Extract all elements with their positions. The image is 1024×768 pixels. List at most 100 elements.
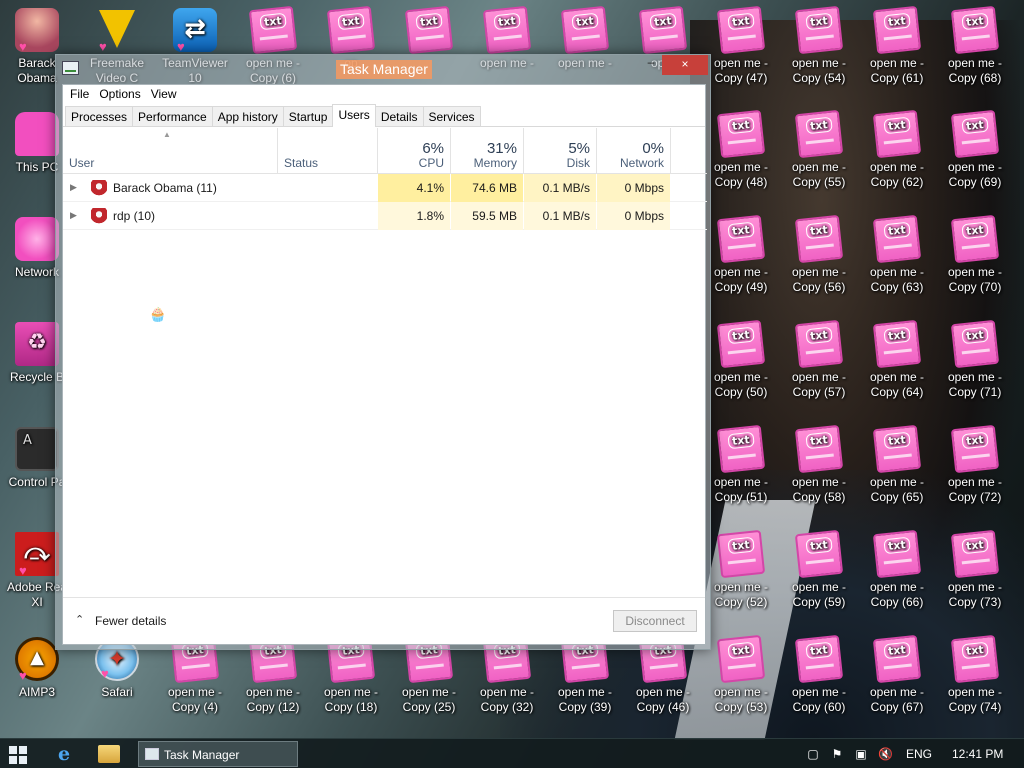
user-status: [278, 202, 377, 230]
column-divider[interactable]: [670, 128, 671, 174]
title-bar[interactable]: Task Manager – ×: [56, 55, 710, 84]
disk-total-percent: 5%: [568, 140, 590, 157]
pink-notebook-icon: [794, 634, 844, 684]
pink-notebook-icon: [872, 424, 922, 474]
user-avatar-icon: [91, 180, 107, 196]
close-button[interactable]: ×: [662, 55, 708, 75]
network-status-icon[interactable]: ▣: [854, 747, 868, 761]
column-label-user: User: [69, 156, 95, 170]
desktop-shortcut[interactable]: open me - Copy (53): [702, 631, 780, 731]
user-disk: 0.1 MB/s: [524, 174, 596, 202]
desktop-shortcut[interactable]: open me - Copy (72): [936, 421, 1014, 521]
desktop-shortcut[interactable]: open me - Copy (66): [858, 526, 936, 626]
desktop-shortcut-label: open me - Copy (12): [245, 685, 301, 714]
desktop-shortcut[interactable]: open me - Copy (70): [936, 211, 1014, 311]
desktop-shortcut[interactable]: open me - Copy (62): [858, 106, 936, 206]
desktop-shortcut[interactable]: open me - Copy (61): [858, 2, 936, 102]
desktop-shortcut-label: open me - Copy (68): [947, 56, 1003, 85]
desktop-shortcut[interactable]: open me - Copy (57): [780, 316, 858, 416]
pink-notebook-icon: [716, 529, 766, 579]
desktop-shortcut-label: open me - Copy (64): [869, 370, 925, 399]
pink-notebook-icon: [872, 319, 922, 369]
desktop-shortcut[interactable]: open me - Copy (49): [702, 211, 780, 311]
desktop-shortcut[interactable]: open me - Copy (69): [936, 106, 1014, 206]
tab-details[interactable]: Details: [374, 106, 424, 126]
column-header-status[interactable]: Status: [278, 128, 377, 174]
desktop-shortcut[interactable]: open me - Copy (55): [780, 106, 858, 206]
desktop-shortcut-label: open me - Copy (65): [869, 475, 925, 504]
show-hidden-icons-icon[interactable]: ▢: [806, 747, 820, 761]
tab-services[interactable]: Services: [422, 106, 481, 126]
start-button[interactable]: [6, 744, 32, 764]
minimize-button[interactable]: –: [638, 55, 664, 75]
desktop-shortcut[interactable]: open me - Copy (54): [780, 2, 858, 102]
pink-notebook-icon: [716, 5, 766, 55]
desktop-shortcut[interactable]: open me - Copy (58): [780, 421, 858, 521]
windows-logo-icon: [19, 746, 27, 754]
desktop-shortcut[interactable]: open me - Copy (65): [858, 421, 936, 521]
desktop-shortcut[interactable]: open me - Copy (71): [936, 316, 1014, 416]
cupcake-cursor-icon: 🧁: [149, 306, 167, 322]
desktop-shortcut-label: open me - Copy (55): [791, 160, 847, 189]
desktop-shortcut[interactable]: open me - Copy (48): [702, 106, 780, 206]
column-header-user[interactable]: User: [63, 128, 277, 174]
fewer-details-link[interactable]: Fewer details: [95, 614, 166, 628]
pink-notebook-icon: [248, 5, 298, 55]
desktop-shortcut[interactable]: open me - Copy (73): [936, 526, 1014, 626]
user-row[interactable]: ▶ Barack Obama (11) 4.1% 74.6 MB 0.1 MB/…: [63, 174, 707, 202]
desktop-shortcut-label: AIMP3: [18, 685, 55, 699]
chevron-up-icon[interactable]: ⌃: [75, 613, 84, 626]
desktop-shortcut[interactable]: open me - Copy (64): [858, 316, 936, 416]
disconnect-button[interactable]: Disconnect: [613, 610, 697, 632]
input-language-indicator[interactable]: ENG: [906, 747, 932, 761]
taskbar-button-task-manager[interactable]: Task Manager: [138, 741, 298, 767]
desktop-shortcut[interactable]: open me - Copy (68): [936, 2, 1014, 102]
pink-notebook-icon: [716, 214, 766, 264]
column-header-network[interactable]: 0% Network: [597, 128, 670, 174]
desktop-shortcut[interactable]: open me - Copy (67): [858, 631, 936, 731]
menu-view[interactable]: View: [146, 85, 182, 104]
expand-chevron-icon[interactable]: ▶: [70, 210, 77, 221]
desktop-shortcut[interactable]: open me - Copy (52): [702, 526, 780, 626]
expand-chevron-icon[interactable]: ▶: [70, 182, 77, 193]
user-row[interactable]: ▶ rdp (10) 1.8% 59.5 MB 0.1 MB/s 0 Mbps: [63, 202, 707, 230]
volume-muted-icon[interactable]: 🔇: [878, 747, 893, 761]
column-header-disk[interactable]: 5% Disk: [524, 128, 596, 174]
tab-processes[interactable]: Processes: [65, 106, 134, 126]
desktop-shortcut[interactable]: open me - Copy (60): [780, 631, 858, 731]
user-avatar-icon: [91, 208, 107, 224]
pink-notebook-icon: [638, 5, 688, 55]
column-header-memory[interactable]: 31% Memory: [451, 128, 523, 174]
desktop-shortcut[interactable]: open me - Copy (47): [702, 2, 780, 102]
action-center-flag-icon[interactable]: ⚑: [830, 747, 844, 761]
freemake-icon: ♥: [95, 8, 139, 54]
desktop-shortcut[interactable]: open me - Copy (74): [936, 631, 1014, 731]
desktop-shortcut[interactable]: open me - Copy (59): [780, 526, 858, 626]
internet-explorer-icon[interactable]: e: [52, 743, 76, 765]
pink-notebook-icon: [794, 5, 844, 55]
teamviewer-icon: ♥: [173, 8, 217, 54]
user-disk: 0.1 MB/s: [524, 202, 596, 230]
control-panel-icon: [15, 427, 59, 471]
tab-performance[interactable]: Performance: [132, 106, 213, 126]
pink-notebook-icon: [794, 424, 844, 474]
tab-app-history[interactable]: App history: [211, 106, 284, 126]
menu-options[interactable]: Options: [94, 85, 145, 104]
heart-badge-icon: ♥: [101, 666, 109, 681]
desktop-shortcut[interactable]: open me - Copy (51): [702, 421, 780, 521]
tab-users[interactable]: Users: [332, 104, 376, 127]
user-network: 0 Mbps: [597, 202, 670, 230]
column-header-cpu[interactable]: 6% CPU: [378, 128, 450, 174]
tab-startup[interactable]: Startup: [282, 106, 334, 126]
system-clock[interactable]: 12:41 PM: [952, 747, 1003, 761]
desktop-shortcut[interactable]: open me - Copy (50): [702, 316, 780, 416]
menu-file[interactable]: File: [65, 85, 94, 104]
file-explorer-icon[interactable]: [98, 745, 120, 763]
desktop-shortcut[interactable]: open me - Copy (56): [780, 211, 858, 311]
desktop-shortcut-label: open me - Copy (73): [947, 580, 1003, 609]
desktop-shortcut-label: open me - Copy (49): [713, 265, 769, 294]
user-status: [278, 174, 377, 202]
desktop-shortcut-label: open me - Copy (25): [401, 685, 457, 714]
desktop-shortcut-label: open me - Copy (74): [947, 685, 1003, 714]
desktop-shortcut[interactable]: open me - Copy (63): [858, 211, 936, 311]
